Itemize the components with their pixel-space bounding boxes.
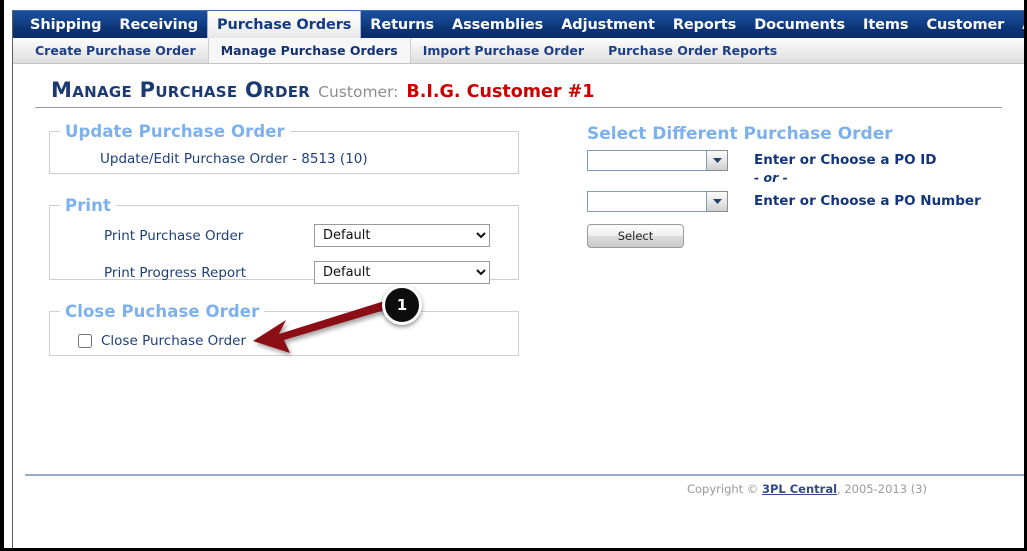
update-purchase-order-section: Update Purchase Order Update/Edit Purcha… bbox=[49, 122, 519, 174]
po-id-dropdown-button[interactable] bbox=[707, 150, 728, 171]
nav-item-label: Adjustment bbox=[561, 16, 655, 33]
close-purchase-order-label[interactable]: Close Purchase Order bbox=[101, 333, 246, 349]
close-purchase-order-checkbox[interactable] bbox=[78, 334, 92, 348]
app-frame: Shipping Receiving Purchase Orders Retur… bbox=[12, 10, 1024, 548]
nav-item-label: Shipping bbox=[30, 16, 102, 33]
po-id-help-text: Enter or Choose a PO ID bbox=[754, 152, 937, 168]
print-purchase-order-select[interactable]: Default bbox=[314, 224, 490, 247]
nav-item-adjustment[interactable]: Adjustment bbox=[552, 11, 664, 38]
close-section-legend: Close Puchase Order bbox=[65, 302, 260, 321]
print-purchase-order-label: Print Purchase Order bbox=[104, 227, 244, 244]
footer-divider bbox=[25, 474, 1024, 476]
nav-item-label: Items bbox=[863, 16, 909, 33]
print-section: Print Print Purchase Order Default Print… bbox=[49, 196, 519, 284]
screenshot-root: Shipping Receiving Purchase Orders Retur… bbox=[0, 0, 1027, 551]
po-number-dropdown-button[interactable] bbox=[707, 190, 728, 212]
po-number-row: Enter or Choose a PO Number bbox=[579, 190, 999, 212]
customer-label: Customer: bbox=[318, 83, 399, 101]
nav-item-label: Purchase Orders bbox=[217, 16, 352, 33]
chevron-down-icon bbox=[712, 198, 722, 205]
print-purchase-order-row: Print Purchase Order Default bbox=[104, 224, 508, 247]
print-section-legend: Print bbox=[65, 196, 112, 215]
nav-item-label: Admin bbox=[1022, 17, 1024, 33]
content-columns: Update Purchase Order Update/Edit Purcha… bbox=[27, 122, 1010, 378]
subnav-item-label: Import Purchase Order bbox=[422, 43, 585, 58]
po-number-help: Enter or Choose a PO Number bbox=[754, 191, 981, 210]
po-id-combobox[interactable] bbox=[587, 150, 732, 171]
subnav-item-manage-purchase-orders[interactable]: Manage Purchase Orders bbox=[207, 38, 411, 63]
nav-item-receiving[interactable]: Receiving bbox=[110, 11, 207, 38]
nav-item-items[interactable]: Items bbox=[854, 11, 917, 38]
footer: Copyright © 3PL Central, 2005-2013 (3) bbox=[13, 482, 1015, 496]
nav-item-label: Returns bbox=[370, 16, 434, 33]
chevron-down-icon bbox=[712, 157, 722, 164]
nav-item-customer[interactable]: Customer bbox=[917, 11, 1013, 38]
primary-navigation: Shipping Receiving Purchase Orders Retur… bbox=[13, 10, 1024, 38]
nav-item-admin[interactable]: Admin bbox=[1013, 11, 1024, 38]
nav-item-label: Assemblies bbox=[451, 16, 544, 33]
update-edit-purchase-order-link[interactable]: Update/Edit Purchase Order - 8513 (10) bbox=[100, 151, 508, 167]
subnav-item-label: Manage Purchase Orders bbox=[220, 43, 398, 58]
update-section-legend: Update Purchase Order bbox=[65, 122, 285, 141]
window-top-gutter bbox=[4, 0, 1024, 10]
print-progress-report-row: Print Progress Report Default bbox=[104, 261, 508, 284]
right-column: Select Different Purchase Order Enter or… bbox=[579, 122, 999, 378]
po-id-row: Enter or Choose a PO ID - or - bbox=[579, 150, 999, 186]
nav-item-shipping[interactable]: Shipping bbox=[21, 11, 110, 38]
select-button[interactable]: Select bbox=[587, 223, 684, 248]
title-divider bbox=[35, 107, 1002, 108]
nav-item-documents[interactable]: Documents bbox=[745, 11, 854, 38]
nav-item-purchase-orders[interactable]: Purchase Orders bbox=[207, 11, 362, 38]
close-purchase-order-section: Close Puchase Order Close Purchase Order bbox=[49, 302, 519, 356]
or-separator: - or - bbox=[754, 169, 788, 185]
print-progress-report-select[interactable]: Default bbox=[314, 261, 490, 284]
left-column: Update Purchase Order Update/Edit Purcha… bbox=[49, 122, 519, 378]
print-progress-report-label: Print Progress Report bbox=[104, 264, 247, 281]
nav-item-reports[interactable]: Reports bbox=[664, 11, 745, 38]
nav-item-label: Reports bbox=[672, 16, 737, 33]
po-id-help: Enter or Choose a PO ID - or - bbox=[754, 150, 937, 186]
subnav-item-label: Create Purchase Order bbox=[35, 43, 196, 58]
po-id-input[interactable] bbox=[587, 150, 707, 171]
copyright-prefix: Copyright © bbox=[686, 482, 762, 496]
subnav-item-purchase-order-reports[interactable]: Purchase Order Reports bbox=[596, 38, 789, 63]
nav-item-label: Documents bbox=[754, 16, 846, 33]
page-title: Manage Purchase Order Customer: B.I.G. C… bbox=[51, 78, 1010, 102]
page-content: Manage Purchase Order Customer: B.I.G. C… bbox=[13, 78, 1024, 496]
window-left-border bbox=[0, 0, 4, 548]
subnav-item-create-purchase-order[interactable]: Create Purchase Order bbox=[23, 38, 208, 63]
customer-name: B.I.G. Customer #1 bbox=[406, 82, 595, 102]
select-different-purchase-order-title: Select Different Purchase Order bbox=[587, 124, 893, 144]
subnav-item-label: Purchase Order Reports bbox=[608, 43, 778, 58]
po-number-input[interactable] bbox=[587, 190, 707, 212]
copyright-suffix: , 2005-2013 (3) bbox=[837, 482, 927, 496]
close-purchase-order-row: Close Purchase Order bbox=[78, 333, 508, 349]
po-number-combobox[interactable] bbox=[587, 190, 732, 212]
company-link[interactable]: 3PL Central bbox=[762, 482, 837, 496]
nav-item-returns[interactable]: Returns bbox=[361, 11, 443, 38]
po-number-help-text: Enter or Choose a PO Number bbox=[754, 192, 981, 209]
page-title-text: Manage Purchase Order bbox=[51, 78, 311, 102]
nav-item-label: Customer bbox=[926, 16, 1005, 33]
nav-item-assemblies[interactable]: Assemblies bbox=[443, 11, 552, 38]
subnav-item-import-purchase-order[interactable]: Import Purchase Order bbox=[411, 38, 596, 63]
secondary-navigation: Create Purchase Order Manage Purchase Or… bbox=[13, 38, 1024, 64]
nav-item-label: Receiving bbox=[119, 16, 198, 33]
